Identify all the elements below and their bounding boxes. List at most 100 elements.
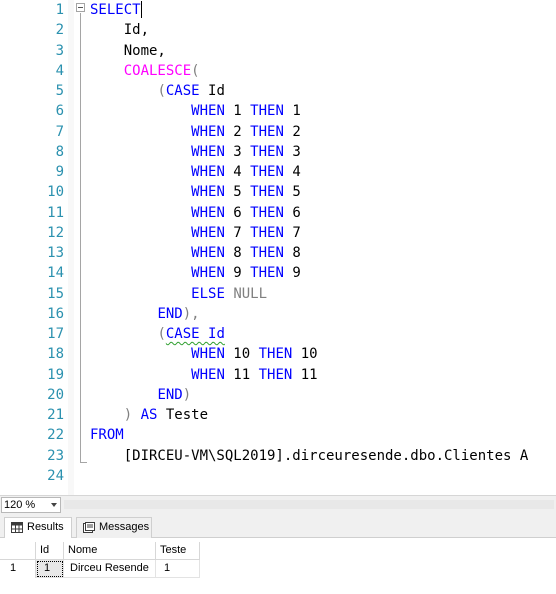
code-token: THEN <box>258 346 293 363</box>
code-line[interactable]: END), <box>90 304 200 324</box>
code-line[interactable]: FROM <box>90 425 124 445</box>
code-line[interactable]: WHEN 11 THEN 11 <box>90 365 317 385</box>
code-line[interactable]: (CASE Id <box>90 81 225 101</box>
code-line[interactable]: ) AS Teste <box>90 405 208 425</box>
code-token: 6 <box>283 204 301 221</box>
code-token: WHEN <box>191 164 225 180</box>
code-line[interactable]: WHEN 4 THEN 4 <box>90 162 301 182</box>
outline-guide-end <box>80 462 87 463</box>
code-line[interactable]: WHEN 3 THEN 3 <box>90 142 301 162</box>
code-token: 7 <box>224 224 251 241</box>
code-line[interactable]: WHEN 1 THEN 1 <box>90 101 301 121</box>
line-number: 15 <box>47 285 64 302</box>
line-number: 19 <box>47 366 64 383</box>
line-number: 21 <box>47 407 64 423</box>
code-line[interactable]: COALESCE( <box>90 61 200 81</box>
line-number: 9 <box>55 164 64 180</box>
code-token: NULL <box>233 285 268 302</box>
results-grid[interactable]: Id Nome Teste 1 1 Dirceu Resende 1 <box>0 538 556 594</box>
outline-guide-line <box>80 13 81 463</box>
code-token: THEN <box>250 204 284 221</box>
code-line[interactable]: END) <box>90 385 191 405</box>
code-token: ), <box>182 305 200 322</box>
grid-cell-nome[interactable]: Dirceu Resende <box>64 560 156 578</box>
zoom-value: 120 % <box>4 499 36 511</box>
code-token: Teste <box>157 407 209 423</box>
code-token: WHEN <box>191 123 225 140</box>
column-header-teste[interactable]: Teste <box>156 542 200 560</box>
code-token: THEN <box>250 164 284 180</box>
code-token: 5 <box>283 184 301 201</box>
grid-cell-id[interactable]: 1 <box>36 560 64 578</box>
results-tab-strip: Results Messages <box>0 514 556 538</box>
code-line[interactable]: WHEN 5 THEN 5 <box>90 182 301 202</box>
code-token: 9 <box>283 265 301 282</box>
code-token: WHEN <box>191 366 225 383</box>
code-token: 1 <box>224 103 251 120</box>
code-line[interactable]: WHEN 2 THEN 2 <box>90 122 301 142</box>
code-line[interactable]: (CASE Id <box>90 324 224 344</box>
grid-icon <box>11 522 23 533</box>
line-number: 2 <box>55 22 64 39</box>
row-number[interactable]: 1 <box>0 560 36 578</box>
zoom-dropdown[interactable]: 120 % <box>1 497 61 513</box>
code-token: ) <box>123 407 133 423</box>
column-header-nome[interactable]: Nome <box>64 542 156 560</box>
code-token: COALESCE <box>123 62 192 79</box>
code-token: 10 <box>224 346 259 363</box>
code-line[interactable]: WHEN 10 THEN 10 <box>90 344 317 364</box>
text-cursor <box>141 1 142 18</box>
code-token: 4 <box>224 164 251 180</box>
chevron-down-icon <box>51 503 57 507</box>
code-line[interactable]: WHEN 8 THEN 8 <box>90 243 301 263</box>
code-line[interactable]: [DIRCEU-VM\SQL2019].dirceuresende.dbo.Cl… <box>90 446 529 466</box>
code-token: END <box>157 305 183 322</box>
code-token: WHEN <box>191 224 225 241</box>
code-token: ( <box>157 83 166 99</box>
line-number: 14 <box>47 265 64 282</box>
line-number: 10 <box>47 184 64 201</box>
code-token: Id <box>199 83 225 99</box>
horizontal-scrollbar[interactable] <box>64 500 554 509</box>
tab-results[interactable]: Results <box>4 517 72 538</box>
line-number: 23 <box>47 447 64 464</box>
code-line[interactable]: WHEN 9 THEN 9 <box>90 263 301 283</box>
query-editor[interactable]: 1 2 3 4 5 6 7 8 9 10 11 12 13 14 15 16 17 18 19 20 21 22 23 24 … <box>0 0 556 495</box>
code-token: AS <box>140 407 158 423</box>
code-line[interactable]: ELSE NULL <box>90 284 267 304</box>
code-token: THEN <box>250 123 284 140</box>
code-token: WHEN <box>191 143 225 160</box>
collapse-outline-icon[interactable] <box>76 3 85 12</box>
line-number-gutter: 1 2 3 4 5 6 7 8 9 10 11 12 13 14 15 16 17 18 19 20 21 22 23 24 <box>0 0 64 495</box>
code-line[interactable]: SELECT <box>90 0 141 20</box>
code-token: THEN <box>258 366 293 383</box>
line-number: 20 <box>47 386 64 403</box>
code-token: WHEN <box>191 184 225 201</box>
code-token: 8 <box>283 245 301 261</box>
grid-cell-teste[interactable]: 1 <box>156 560 200 578</box>
line-number: 5 <box>55 83 64 99</box>
column-header-id[interactable]: Id <box>36 542 64 560</box>
tab-results-label: Results <box>27 521 64 533</box>
tab-messages[interactable]: Messages <box>76 517 152 538</box>
code-line[interactable]: Id, <box>90 20 149 40</box>
tab-messages-label: Messages <box>99 521 150 533</box>
code-line[interactable]: Nome, <box>90 41 166 61</box>
code-token: THEN <box>250 184 284 201</box>
line-number: 17 <box>47 326 64 342</box>
code-token: [DIRCEU-VM\SQL2019].dirceuresende.dbo.Cl… <box>90 447 529 464</box>
code-token: END <box>157 386 183 403</box>
code-line[interactable]: WHEN 7 THEN 7 <box>90 223 301 243</box>
code-line[interactable]: WHEN 6 THEN 6 <box>90 203 301 223</box>
code-token: THEN <box>250 265 284 282</box>
